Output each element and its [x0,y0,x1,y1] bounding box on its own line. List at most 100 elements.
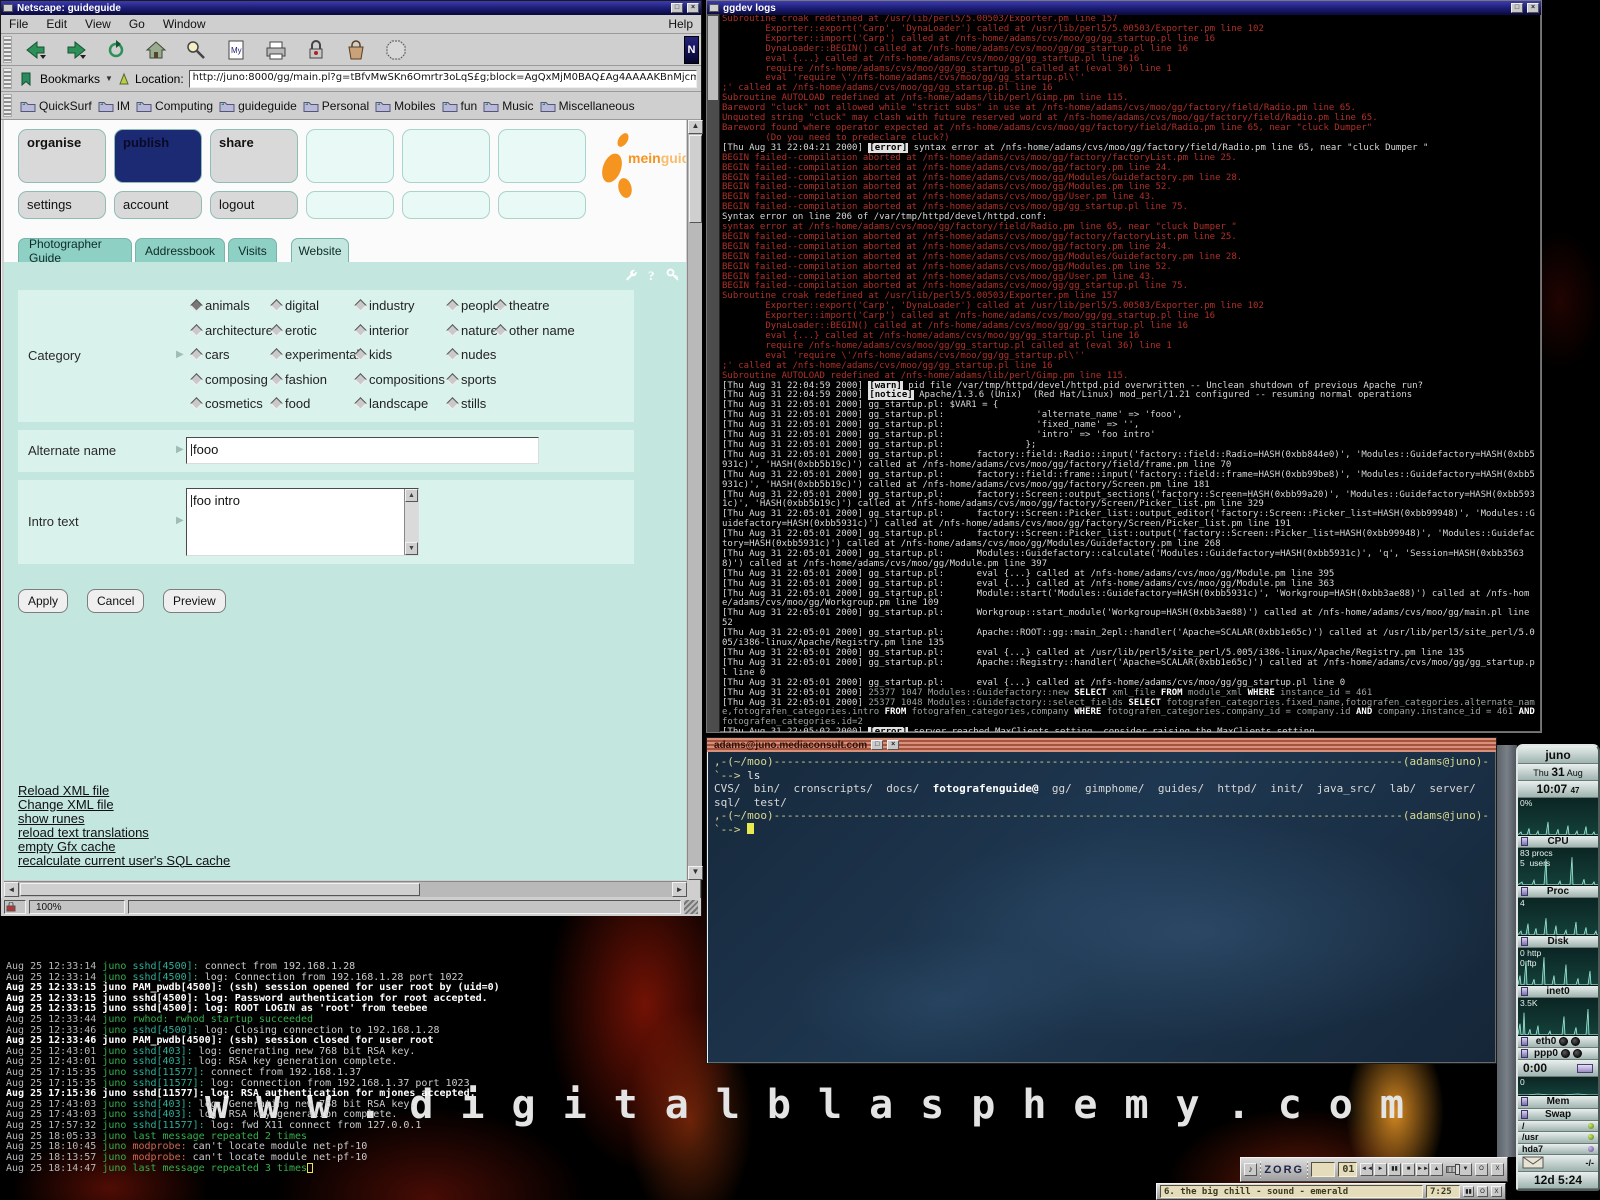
category-option-animals[interactable]: animals [192,298,250,313]
maximize-button[interactable]: □ [871,740,883,750]
scroll-down-icon[interactable]: ▼ [405,542,418,555]
horizontal-scrollbar[interactable]: ◄ ► [4,881,687,897]
shell-terminal[interactable]: ,-(~/moo)-------------------------------… [708,752,1495,1062]
iconify-button[interactable]: O [1477,1186,1488,1197]
category-option-landscape[interactable]: landscape [356,396,428,411]
category-option-compositions[interactable]: compositions [356,372,445,387]
link-change-xml-file[interactable]: Change XML file [18,798,230,812]
bookmarks-label[interactable]: Bookmarks [40,72,100,86]
playlist-entry[interactable]: 6. the big chill - sound - emerald [1160,1185,1423,1198]
category-option-food[interactable]: food [272,396,310,411]
toolbar-print-button[interactable] [258,36,294,64]
personal-bookmark-music[interactable]: Music [483,99,533,113]
cancel-button[interactable]: Cancel [87,589,144,613]
apply-button[interactable]: Apply [18,589,68,613]
maximize-button[interactable]: □ [671,3,683,13]
category-option-other-name[interactable]: other name [496,323,575,338]
category-option-stills[interactable]: stills [448,396,486,411]
wrench-icon[interactable] [624,268,639,283]
link-show-runes[interactable]: show runes [18,812,230,826]
nav-organise-button[interactable]: organise [18,129,106,183]
eject-button[interactable]: ▲ [1430,1163,1443,1176]
category-option-people[interactable]: people [448,298,500,313]
personal-bookmark-personal[interactable]: Personal [303,99,369,113]
netscape-titlebar[interactable]: Netscape: guideguide □ × [1,1,701,15]
category-option-erotic[interactable]: erotic [272,323,317,338]
personal-bookmark-guideguide[interactable]: guideguide [219,99,297,113]
iconify-button[interactable]: O [1475,1163,1488,1176]
toolbar-home-button[interactable] [138,36,174,64]
toolbar-reload-button[interactable] [98,36,134,64]
toolbar-back-button[interactable] [18,36,54,64]
stop-button[interactable]: ■ [1402,1163,1415,1176]
category-option-experimental[interactable]: experimental [272,347,359,362]
shell-titlebar[interactable]: adams@juno.mediaconsult.com □ × [707,738,1496,752]
show-html-option-if-errors[interactable]: if errors [138,878,182,880]
toolbar-grip[interactable] [3,68,12,89]
ppp0-label[interactable]: ppp0 [1518,1048,1598,1060]
proc-chart[interactable]: 83 procs 5 users [1518,848,1598,886]
scroll-up-icon[interactable]: ▲ [688,120,703,134]
preview-button[interactable]: Preview [163,589,226,613]
resize-grip[interactable] [684,900,698,914]
nav-settings-button[interactable]: settings [18,191,106,219]
scrollbar-thumb[interactable] [689,135,702,223]
link-reload-text-translations[interactable]: reload text translations [18,826,230,840]
ggdev-titlebar[interactable]: ggdev logs □ × [707,1,1541,15]
personal-bookmark-im[interactable]: IM [98,99,130,113]
close-button[interactable]: × [887,740,899,750]
cpu-chart[interactable]: 0% [1518,798,1598,836]
toolbar-security-button[interactable] [298,36,334,64]
disk-label[interactable]: Disk [1518,936,1598,948]
show-html-option-always[interactable]: always [193,878,233,880]
toolbar-grip[interactable] [3,94,12,117]
fs-usr-panel[interactable]: /usr [1518,1132,1598,1143]
nav-account-button[interactable]: account [114,191,202,219]
link-empty-gfx-cache[interactable]: empty Gfx cache [18,840,230,854]
textarea-scrollbar[interactable]: ▲▼ [404,489,418,555]
personal-bookmark-miscellaneous[interactable]: Miscellaneous [540,99,635,113]
tab-addressbook[interactable]: Addressbook [135,238,225,262]
ppp-timer-panel[interactable]: 0:00 [1518,1060,1598,1077]
mem-label[interactable]: Mem [1518,1096,1598,1108]
nav-logout-button[interactable]: logout [210,191,298,219]
inet-label[interactable]: inet0 [1518,986,1598,998]
swap-label[interactable]: Swap [1518,1109,1598,1121]
category-option-interior[interactable]: interior [356,323,409,338]
key-icon[interactable] [666,268,681,283]
maximize-button[interactable]: □ [1511,3,1523,13]
category-option-nature[interactable]: nature [448,323,498,338]
scroll-down-icon[interactable]: ▼ [688,866,703,880]
close-button[interactable]: X [1491,1163,1504,1176]
help-icon[interactable]: ? [645,268,660,283]
menu-window[interactable]: Window [161,16,208,32]
category-option-nudes[interactable]: nudes [448,347,496,362]
menu-help[interactable]: Help [666,16,695,32]
pause-button[interactable]: ▮▮ [1463,1186,1474,1197]
eth0-chart[interactable]: 3.5K [1518,998,1598,1036]
pause-button[interactable]: ▮▮ [1388,1163,1401,1176]
bar-grip[interactable] [1307,1161,1308,1178]
nav-share-button[interactable]: share [210,129,298,183]
category-option-sports[interactable]: sports [448,372,496,387]
eth0-label[interactable]: eth0 [1518,1036,1598,1048]
location-input[interactable]: http://juno:8000/gg/main.pl?g=tBfvMwSKn6… [189,70,697,88]
close-button[interactable]: X [1491,1186,1502,1197]
netscape-logo[interactable]: N [684,36,699,64]
modem-button[interactable] [1577,1064,1593,1073]
scrollbar-thumb[interactable] [20,883,420,896]
fs-root-panel[interactable]: / [1518,1121,1598,1132]
menu-go[interactable]: Go [127,16,147,32]
link-recalculate-current-user-s-sql-cache[interactable]: recalculate current user's SQL cache [18,854,230,868]
toolbar-forward-button[interactable] [58,36,94,64]
shade-button[interactable]: ▼ [1459,1163,1472,1176]
menu-view[interactable]: View [83,16,113,32]
nav-publish-button[interactable]: publish [114,129,202,183]
category-option-digital[interactable]: digital [272,298,319,313]
personal-bookmark-quicksurf[interactable]: QuickSurf [20,99,92,113]
player-menu-button[interactable]: ♪ [1244,1163,1257,1176]
category-option-composing[interactable]: composing [192,372,268,387]
toolbar-my-netscape-button[interactable]: My [218,36,254,64]
terminal-scrollbar[interactable] [707,14,720,732]
tab-website[interactable]: Website [291,238,349,262]
